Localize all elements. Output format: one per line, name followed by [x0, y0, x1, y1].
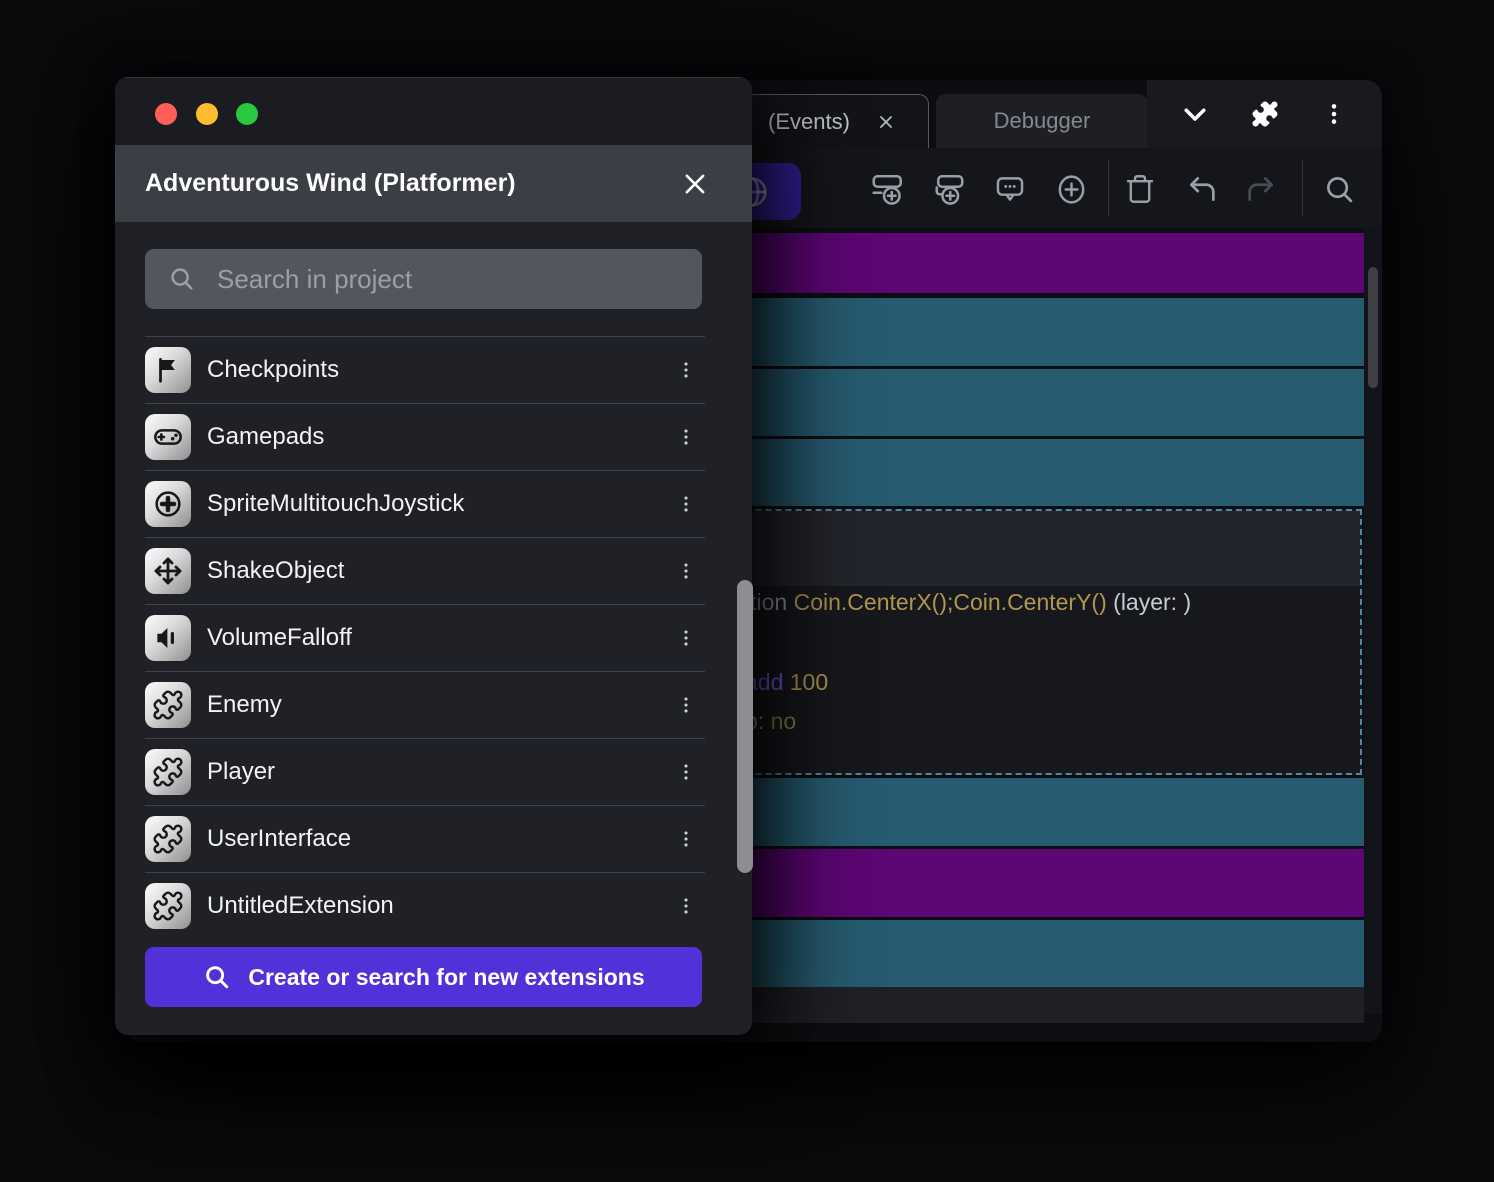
- action-expression: Coin.CenterX();Coin.CenterY(): [794, 589, 1107, 615]
- item-kebab-icon[interactable]: [671, 487, 701, 521]
- tab-debugger[interactable]: Debugger: [936, 94, 1148, 148]
- move-arrows-icon: [145, 548, 191, 594]
- extensions-puzzle-icon[interactable]: [1243, 92, 1287, 136]
- list-item-label: UserInterface: [207, 825, 671, 853]
- list-item-shakeobject[interactable]: ShakeObject: [145, 537, 705, 604]
- list-item-volumefalloff[interactable]: VolumeFalloff: [145, 604, 705, 671]
- joystick-icon: [145, 481, 191, 527]
- close-icon[interactable]: [680, 169, 710, 199]
- value-100: 100: [790, 669, 828, 695]
- loop-value: no: [771, 708, 797, 734]
- extensions-list: Checkpoints Gamepads SpriteMultitouchJ: [145, 336, 705, 939]
- puzzle-icon: [145, 883, 191, 929]
- traffic-minimize-button[interactable]: [196, 103, 218, 125]
- add-event-icon[interactable]: [870, 171, 906, 207]
- puzzle-icon: [145, 749, 191, 795]
- list-item-label: Checkpoints: [207, 356, 671, 384]
- event-action-line[interactable]: ition Coin.CenterX();Coin.CenterY() (lay…: [745, 589, 1191, 616]
- create-extension-label: Create or search for new extensions: [248, 964, 644, 991]
- list-item-label: VolumeFalloff: [207, 624, 671, 652]
- kebab-menu-icon[interactable]: [1312, 92, 1356, 136]
- item-kebab-icon[interactable]: [671, 554, 701, 588]
- tab-debugger-label: Debugger: [994, 108, 1091, 134]
- traffic-close-button[interactable]: [155, 103, 177, 125]
- dialog-header: Adventurous Wind (Platformer): [115, 145, 752, 222]
- list-item-enemy[interactable]: Enemy: [145, 671, 705, 738]
- list-item-label: Player: [207, 758, 671, 786]
- item-kebab-icon[interactable]: [671, 621, 701, 655]
- add-subevent-icon[interactable]: [930, 171, 966, 207]
- list-item-label: UntitledExtension: [207, 892, 671, 920]
- dialog-scrollbar-thumb[interactable]: [737, 580, 753, 873]
- project-manager-dialog: Adventurous Wind (Platformer) Checkpoint…: [115, 77, 752, 1035]
- window-controls: [1147, 80, 1382, 148]
- tab-events[interactable]: (Events): [745, 94, 929, 148]
- add-comment-icon[interactable]: [992, 171, 1028, 207]
- item-kebab-icon[interactable]: [671, 755, 701, 789]
- list-item-label: Enemy: [207, 691, 671, 719]
- undo-icon[interactable]: [1184, 171, 1220, 207]
- puzzle-icon: [145, 682, 191, 728]
- search-input[interactable]: [215, 263, 702, 296]
- project-search: [145, 249, 702, 309]
- list-item-untitledextension[interactable]: UntitledExtension: [145, 872, 705, 939]
- item-kebab-icon[interactable]: [671, 889, 701, 923]
- list-item-checkpoints[interactable]: Checkpoints: [145, 336, 705, 403]
- list-item-label: ShakeObject: [207, 557, 671, 585]
- search-icon: [202, 962, 232, 992]
- list-item-userinterface[interactable]: UserInterface: [145, 805, 705, 872]
- item-kebab-icon[interactable]: [671, 420, 701, 454]
- tab-events-label: (Events): [768, 109, 850, 135]
- circle-add-icon[interactable]: [1053, 171, 1089, 207]
- list-item-label: SpriteMultitouchJoystick: [207, 490, 671, 518]
- list-item-sprite-multitouch-joystick[interactable]: SpriteMultitouchJoystick: [145, 470, 705, 537]
- gamepad-icon: [145, 414, 191, 460]
- toolbar-separator: [1302, 160, 1303, 216]
- traffic-zoom-button[interactable]: [236, 103, 258, 125]
- search-icon: [167, 264, 197, 294]
- list-item-player[interactable]: Player: [145, 738, 705, 805]
- flag-icon: [145, 347, 191, 393]
- list-item-gamepads[interactable]: Gamepads: [145, 403, 705, 470]
- create-extension-button[interactable]: Create or search for new extensions: [145, 947, 702, 1007]
- search-events-icon[interactable]: [1321, 171, 1357, 207]
- events-scrollbar-track[interactable]: [1364, 228, 1382, 1014]
- puzzle-icon: [145, 816, 191, 862]
- chevron-down-icon[interactable]: [1173, 92, 1217, 136]
- toolbar-separator: [1108, 160, 1109, 216]
- item-kebab-icon[interactable]: [671, 353, 701, 387]
- project-title: Adventurous Wind (Platformer): [145, 169, 680, 198]
- item-kebab-icon[interactable]: [671, 822, 701, 856]
- redo-icon[interactable]: [1243, 171, 1279, 207]
- events-scrollbar-thumb[interactable]: [1368, 267, 1378, 388]
- action-layer-param: (layer: ): [1107, 589, 1191, 615]
- screenshot-stage: (Events) Debugger: [0, 0, 1494, 1182]
- speaker-icon: [145, 615, 191, 661]
- list-item-label: Gamepads: [207, 423, 671, 451]
- item-kebab-icon[interactable]: [671, 688, 701, 722]
- delete-icon[interactable]: [1122, 171, 1158, 207]
- event-add-line[interactable]: add 100: [745, 669, 828, 696]
- dialog-titlebar: [115, 77, 752, 145]
- close-tab-icon[interactable]: [876, 112, 896, 132]
